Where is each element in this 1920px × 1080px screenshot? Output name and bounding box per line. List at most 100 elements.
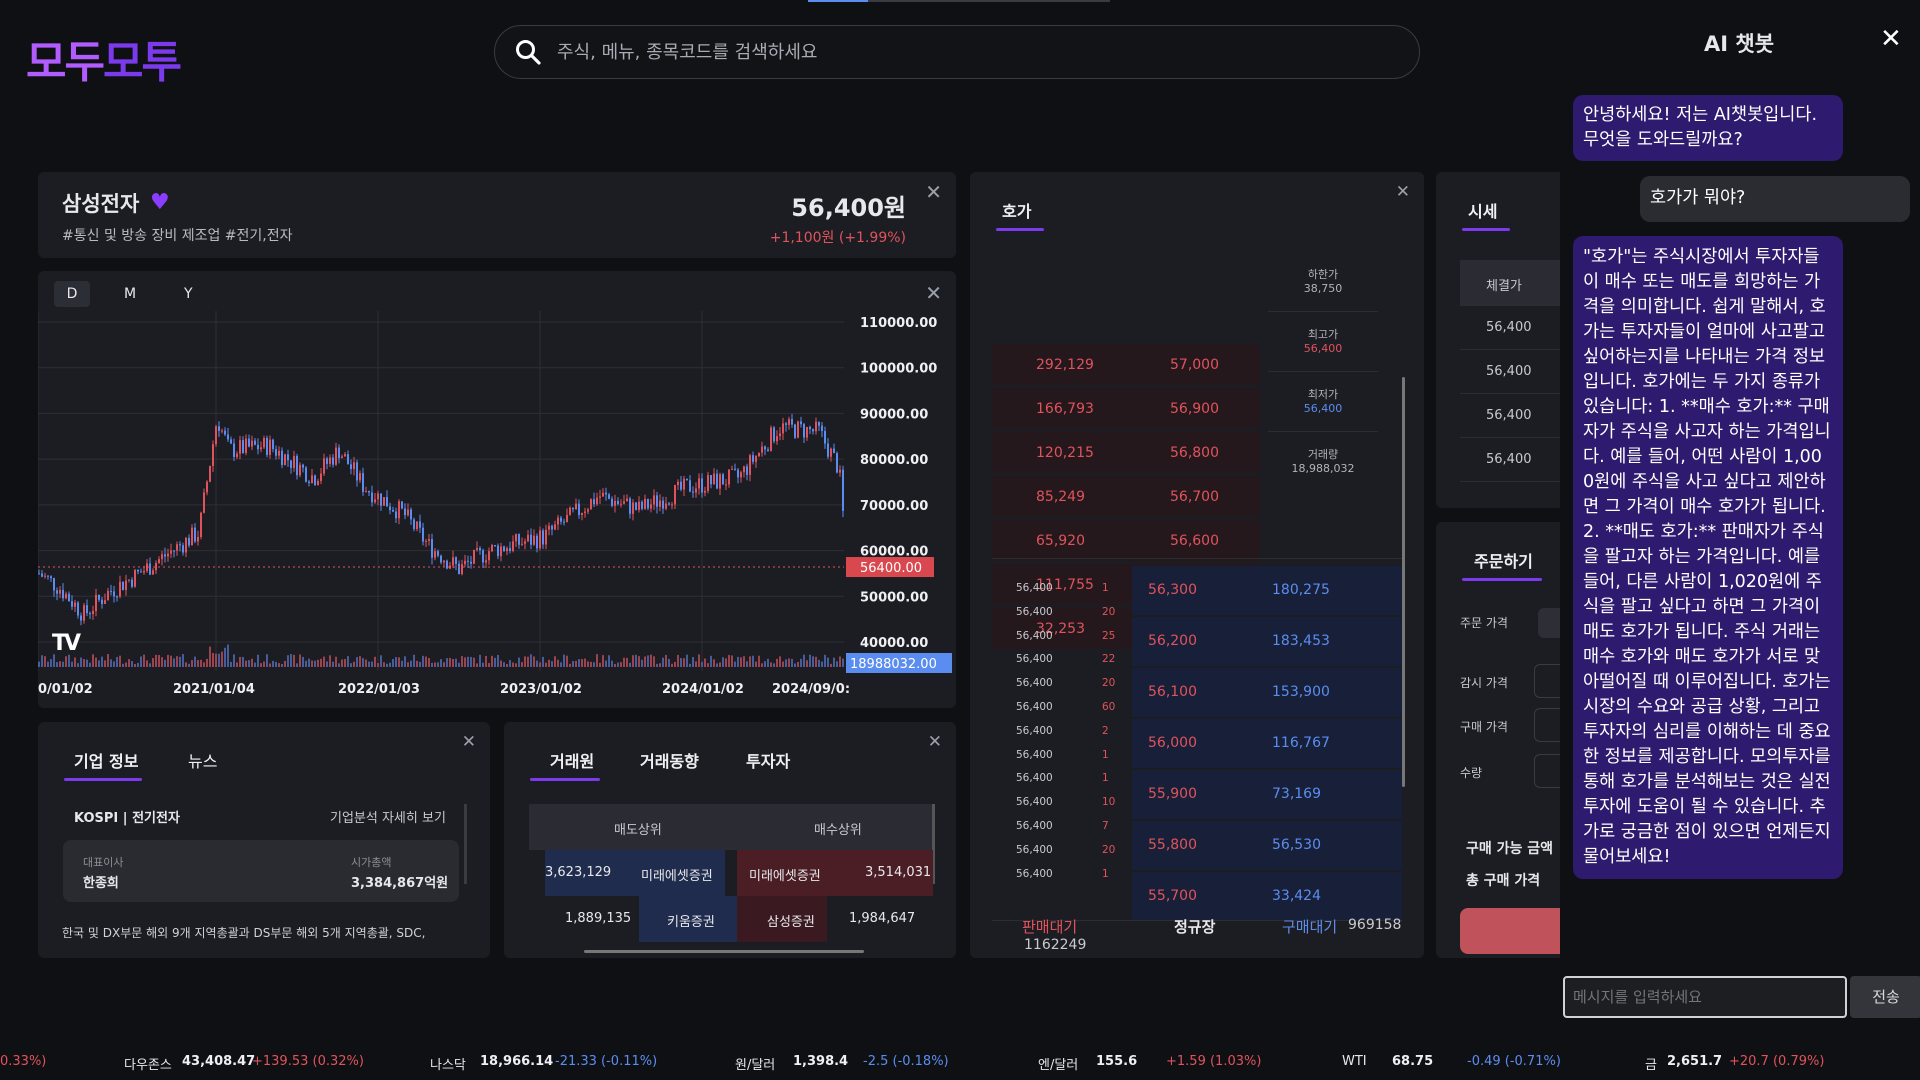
bid-row[interactable]: 55,700 33,424 <box>1132 872 1402 922</box>
tab-company-info[interactable]: 기업 정보 <box>74 748 138 772</box>
trade-row: 56,400 <box>1016 867 1053 880</box>
search-icon <box>516 40 541 65</box>
ticker-change: +1.59 (1.03%) <box>1166 1054 1262 1069</box>
ticker-change: -21.33 (-0.11%) <box>555 1054 658 1069</box>
stock-header-panel: 삼성전자 ♥ #통신 및 방송 장비 제조업 #전기,전자 56,400원 +1… <box>38 172 956 258</box>
sell-wait-label: 판매대기 <box>1022 918 1078 936</box>
sell-wait-value: 1162249 <box>1024 937 1087 953</box>
ticker-price: 18,966.14 <box>480 1054 554 1069</box>
y-tick-label: 40000.00 <box>860 636 928 651</box>
stock-change: +1,100원 (+1.99%) <box>769 230 906 246</box>
bid-row[interactable]: 55,800 56,530 <box>1132 821 1402 871</box>
available-amount-label: 구매 가능 금액 <box>1466 841 1554 857</box>
buy-wait-value: 969158 <box>1348 917 1402 933</box>
volume-label: 18988032.00 <box>850 657 937 672</box>
ask-row[interactable]: 120,215 56,800 <box>992 432 1260 474</box>
y-tick-label: 50000.00 <box>860 590 928 605</box>
market-label: KOSPI | 전기전자 <box>74 811 180 826</box>
tab-quote[interactable]: 시세 <box>1468 198 1497 222</box>
bid-row[interactable]: 56,300 180,275 <box>1132 566 1402 616</box>
buy-price-label: 구매 가격 <box>1460 720 1508 734</box>
ticker-price: 43,408.47 <box>182 1054 256 1069</box>
tab-orderbook[interactable]: 호가 <box>1002 198 1031 222</box>
order-price-label: 주문 가격 <box>1460 616 1508 630</box>
trade-row: 56,400 <box>1016 582 1053 594</box>
ask-row[interactable]: 85,249 56,700 <box>992 476 1260 518</box>
loading-bar <box>808 0 1110 2</box>
favorite-heart-icon[interactable]: ♥ <box>150 190 170 215</box>
price-info-3: 거래량 18,988,032 <box>1291 448 1355 475</box>
ask-row[interactable]: 65,920 56,600 <box>992 520 1260 562</box>
detail-link[interactable]: 기업분석 자세히 보기 <box>330 807 446 826</box>
y-tick-label: 80000.00 <box>860 453 928 468</box>
stock-price: 56,400원 <box>791 194 906 222</box>
user-message: 호가가 뭐야? <box>1640 176 1910 222</box>
trade-row: 56,400 <box>1016 629 1053 642</box>
stock-name: 삼성전자 <box>62 192 140 216</box>
trade-row: 56,400 <box>1016 843 1053 856</box>
quote-row: 56,400 <box>1460 350 1566 394</box>
trade-row: 56,400 <box>1016 796 1053 809</box>
ticker-name: 엔/달러 <box>1038 1058 1079 1073</box>
trade-row: 56,400 <box>1016 605 1053 618</box>
close-icon[interactable]: ✕ <box>925 182 942 202</box>
buy-button[interactable] <box>1460 908 1566 954</box>
table-row: 1,889,135 키움증권 삼성증권 1,984,647 <box>529 896 933 942</box>
close-icon[interactable]: ✕ <box>928 734 942 751</box>
bid-row[interactable]: 56,000 116,767 <box>1132 719 1402 769</box>
y-tick-label: 90000.00 <box>860 407 928 422</box>
tab-investor[interactable]: 투자자 <box>746 748 790 772</box>
ticker-name: WTI <box>1342 1054 1367 1069</box>
close-icon[interactable]: ✕ <box>1880 24 1902 54</box>
price-chart[interactable]: 110000.00 100000.00 90000.00 80000.00 70000.… <box>38 271 956 708</box>
market-cap: 3,384,867억원 <box>351 876 449 891</box>
ticker-price: 2,651.7 <box>1667 1054 1723 1069</box>
buy-top-header: 매수상위 <box>814 823 862 838</box>
close-icon[interactable]: ✕ <box>462 734 476 751</box>
stock-tags: #통신 및 방송 장비 제조업 #전기,전자 <box>62 228 293 244</box>
search-input[interactable] <box>557 41 1377 63</box>
search-bar[interactable] <box>494 25 1420 79</box>
quote-row: 56,400 <box>1460 438 1566 482</box>
x-tick-label: 2022/01/03 <box>338 682 420 697</box>
send-button[interactable]: 전송 <box>1850 976 1920 1018</box>
price-info-0: 하한가 38,750 <box>1268 260 1378 312</box>
bid-row[interactable]: 55,900 73,169 <box>1132 770 1402 820</box>
ask-row[interactable]: 292,129 57,000 <box>992 344 1260 386</box>
y-tick-label: 100000.00 <box>860 362 937 377</box>
ask-row[interactable]: 166,793 56,900 <box>992 388 1260 430</box>
logo[interactable]: 모두모투 <box>26 26 182 90</box>
y-tick-label: 70000.00 <box>860 499 928 514</box>
bid-row[interactable]: 56,200 183,453 <box>1132 617 1402 667</box>
ticker-name: 나스닥 <box>430 1058 466 1073</box>
vertical-scrollbar[interactable] <box>1402 377 1405 787</box>
tab-trade-trend[interactable]: 거래동향 <box>640 748 699 772</box>
order-panel: 주문하기 주문 가격 감시 가격 구매 가격 수량 구매 가능 금액 총 구매 … <box>1436 522 1566 958</box>
ceo-name: 한종희 <box>83 876 119 891</box>
quote-header: 체결가 <box>1486 279 1522 294</box>
quantity-label: 수량 <box>1460 766 1483 780</box>
trade-row: 56,400 <box>1016 772 1053 785</box>
bot-message: "호가"는 주식시장에서 투자자들이 매수 또는 매도를 희망하는 가격을 의미… <box>1573 236 1843 879</box>
close-icon[interactable]: ✕ <box>1396 184 1410 201</box>
x-tick-label: 2021/01/04 <box>173 682 255 697</box>
chat-input[interactable] <box>1563 976 1847 1018</box>
table-row: 3,623,129 미래에셋증권 미래에셋증권 3,514,031 <box>529 850 933 896</box>
session-label: 정규장 <box>1174 918 1216 936</box>
buy-wait-label: 구매대기 <box>1282 918 1338 936</box>
tab-order[interactable]: 주문하기 <box>1474 548 1533 572</box>
quote-row: 56,400 <box>1460 306 1566 350</box>
tradingview-logo: TV <box>52 631 81 656</box>
total-price-label: 총 구매 가격 <box>1466 873 1541 889</box>
tab-broker[interactable]: 거래원 <box>550 748 594 772</box>
ticker-name: 원/달러 <box>735 1058 776 1073</box>
ticker-change: +139.53 (0.32%) <box>252 1054 364 1069</box>
trade-row: 56,400 <box>1016 748 1053 761</box>
ticker-price: 1,398.4 <box>793 1054 849 1069</box>
bid-row[interactable]: 56,100 153,900 <box>1132 668 1402 718</box>
tab-news[interactable]: 뉴스 <box>188 748 217 772</box>
horizontal-scrollbar[interactable] <box>584 950 864 953</box>
chart-panel: D M Y ✕ 110000.00 100000.00 90000.00 80000.… <box>38 271 956 708</box>
chatbot-title: AI 챗봇 <box>1704 32 1775 56</box>
price-info-1: 최고가 56,400 <box>1268 320 1378 372</box>
